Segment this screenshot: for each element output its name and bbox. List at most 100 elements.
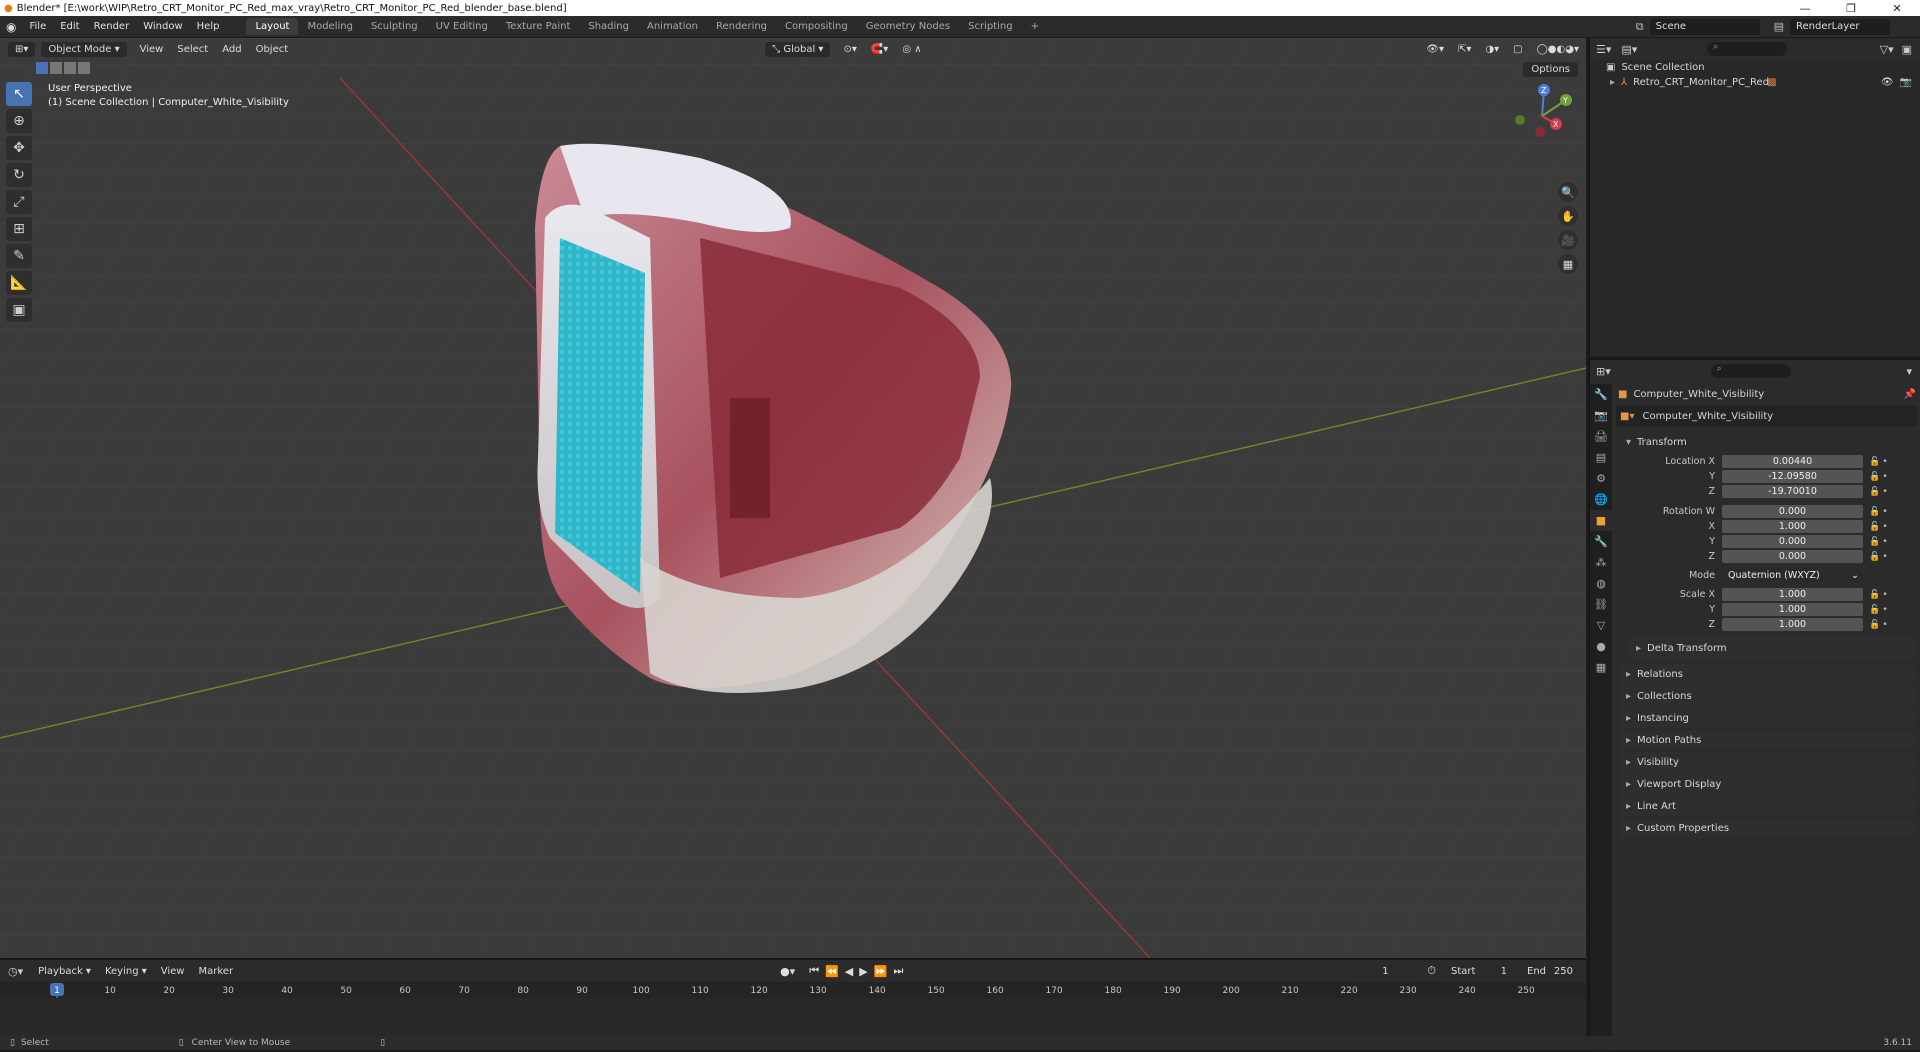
- visibility-icon[interactable]: 👁▾: [1419, 44, 1451, 55]
- timeline-editor-icon[interactable]: ◷▾: [8, 965, 23, 978]
- tab-modeling[interactable]: Modeling: [298, 18, 362, 35]
- properties-search-input[interactable]: ⌕: [1710, 364, 1791, 378]
- rotation-z-field[interactable]: 0.000: [1722, 550, 1863, 563]
- camera-view-icon[interactable]: 🎥: [1558, 230, 1578, 250]
- lock-icon[interactable]: 🔓: [1869, 552, 1881, 562]
- object-name-field[interactable]: ■▾ Computer_White_Visibility: [1616, 406, 1918, 426]
- lock-icon[interactable]: 🔓: [1869, 537, 1881, 547]
- scale-y-field[interactable]: 1.000: [1722, 603, 1863, 616]
- jump-prev-key-icon[interactable]: ⏪: [825, 965, 839, 978]
- pan-hand-icon[interactable]: ✋: [1558, 206, 1578, 226]
- xray-icon[interactable]: ▢: [1506, 44, 1529, 55]
- keyframe-dot-icon[interactable]: •: [1881, 620, 1889, 630]
- add-cube-icon[interactable]: ▣: [6, 298, 32, 322]
- move-icon[interactable]: ✥: [6, 136, 32, 160]
- properties-options-icon[interactable]: ▾: [1906, 365, 1912, 378]
- proportional-edit-icon[interactable]: ◎ ∧: [895, 44, 928, 55]
- tab-layout[interactable]: Layout: [246, 18, 299, 35]
- rotation-w-field[interactable]: 0.000: [1722, 505, 1863, 518]
- physics-tab-icon[interactable]: ◍: [1590, 573, 1612, 594]
- outliner-scene-collection[interactable]: ▣ Scene Collection: [1590, 60, 1920, 75]
- panel-visibility[interactable]: ▸ Visibility: [1620, 752, 1914, 772]
- 3d-viewport[interactable]: ⊞▾ Object Mode ▾ View Select Add Object …: [0, 38, 1586, 958]
- new-collection-icon[interactable]: ▣: [1902, 43, 1912, 56]
- expand-arrow-icon[interactable]: ▸: [1610, 77, 1615, 88]
- lock-icon[interactable]: 🔓: [1869, 522, 1881, 532]
- jump-end-icon[interactable]: ⏭: [893, 964, 903, 978]
- menu-render[interactable]: Render: [87, 21, 137, 32]
- menu-object[interactable]: Object: [249, 44, 296, 55]
- scene-tab-icon[interactable]: ⚙: [1590, 468, 1612, 489]
- scale-x-field[interactable]: 1.000: [1722, 588, 1863, 601]
- tab-texture-paint[interactable]: Texture Paint: [497, 18, 580, 35]
- tab-uv-editing[interactable]: UV Editing: [427, 18, 497, 35]
- data-tab-icon[interactable]: ▽: [1590, 615, 1612, 636]
- snap-icon[interactable]: 🧲▾: [864, 44, 895, 55]
- pivot-icon[interactable]: ⊙▾: [836, 44, 863, 55]
- measure-icon[interactable]: 📐: [6, 271, 32, 295]
- keyframe-dot-icon[interactable]: •: [1881, 552, 1889, 562]
- pin-icon[interactable]: 📌: [1904, 389, 1916, 400]
- annotate-icon[interactable]: ✎: [6, 244, 32, 268]
- render-camera-icon[interactable]: 📷: [1900, 77, 1912, 88]
- tab-scripting[interactable]: Scripting: [959, 18, 1021, 35]
- constraints-tab-icon[interactable]: ⛓: [1590, 594, 1612, 615]
- panel-motion-paths[interactable]: ▸ Motion Paths: [1620, 730, 1914, 750]
- panel-line-art[interactable]: ▸ Line Art: [1620, 796, 1914, 816]
- texture-tab-icon[interactable]: ▦: [1590, 657, 1612, 678]
- lock-icon[interactable]: 🔓: [1869, 620, 1881, 630]
- cursor-icon[interactable]: ⊕: [6, 109, 32, 133]
- lock-icon[interactable]: 🔓: [1869, 457, 1881, 467]
- modifier-tab-icon[interactable]: 🔧: [1590, 531, 1612, 552]
- gizmo-toggle-icon[interactable]: ⇱▾: [1451, 44, 1478, 55]
- mode-selector[interactable]: Object Mode ▾: [41, 41, 127, 57]
- filter-icon[interactable]: ▽▾: [1880, 43, 1894, 56]
- tab-rendering[interactable]: Rendering: [707, 18, 776, 35]
- menu-file[interactable]: File: [22, 21, 53, 32]
- panel-relations[interactable]: ▸ Relations: [1620, 664, 1914, 684]
- properties-editor-icon[interactable]: ⊞▾: [1596, 365, 1611, 378]
- lock-icon[interactable]: 🔓: [1869, 590, 1881, 600]
- lock-icon[interactable]: 🔓: [1869, 605, 1881, 615]
- panel-instancing[interactable]: ▸ Instancing: [1620, 708, 1914, 728]
- tab-compositing[interactable]: Compositing: [776, 18, 857, 35]
- delta-transform-panel[interactable]: ▸ Delta Transform: [1630, 638, 1914, 658]
- rotation-mode-dropdown[interactable]: Quaternion (WXYZ) ⌄: [1722, 569, 1863, 582]
- tab-geometry-nodes[interactable]: Geometry Nodes: [857, 18, 959, 35]
- menu-keying[interactable]: Keying ▾: [98, 966, 154, 977]
- current-frame-field[interactable]: 1: [1357, 963, 1414, 979]
- play-reverse-icon[interactable]: ◀: [845, 965, 853, 978]
- end-frame-field[interactable]: End 250: [1520, 963, 1580, 979]
- selection-mode-icons[interactable]: [36, 62, 90, 74]
- tool-tab-icon[interactable]: 🔧: [1590, 384, 1612, 405]
- overlay-toggle-icon[interactable]: ◑▾: [1478, 44, 1506, 55]
- panel-custom-properties[interactable]: ▸ Custom Properties: [1620, 818, 1914, 838]
- menu-playback[interactable]: Playback ▾: [31, 966, 98, 977]
- rotation-x-field[interactable]: 1.000: [1722, 520, 1863, 533]
- menu-select[interactable]: Select: [170, 44, 215, 55]
- start-frame-field[interactable]: Start 1: [1444, 963, 1514, 979]
- scale-z-field[interactable]: 1.000: [1722, 618, 1863, 631]
- keyframe-dot-icon[interactable]: •: [1881, 457, 1889, 467]
- tab-animation[interactable]: Animation: [638, 18, 707, 35]
- menu-marker[interactable]: Marker: [191, 966, 240, 977]
- output-tab-icon[interactable]: 🖨: [1590, 426, 1612, 447]
- object-tab-icon[interactable]: ■: [1590, 510, 1612, 531]
- menu-add[interactable]: Add: [215, 44, 248, 55]
- jump-start-icon[interactable]: ⏮: [809, 964, 819, 978]
- navigation-gizmo[interactable]: Z Y X: [1510, 84, 1574, 148]
- render-tab-icon[interactable]: 📷: [1590, 405, 1612, 426]
- object-type-icon[interactable]: ■▾: [1620, 411, 1634, 422]
- menu-view[interactable]: View: [133, 44, 171, 55]
- auto-keying-icon[interactable]: ●▾: [780, 965, 795, 978]
- panel-viewport-display[interactable]: ▸ Viewport Display: [1620, 774, 1914, 794]
- world-tab-icon[interactable]: 🌐: [1590, 489, 1612, 510]
- keyframe-dot-icon[interactable]: •: [1881, 605, 1889, 615]
- display-mode-icon[interactable]: ▤▾: [1621, 43, 1637, 56]
- maximize-button[interactable]: ❐: [1828, 2, 1874, 15]
- keyframe-dot-icon[interactable]: •: [1881, 537, 1889, 547]
- lock-icon[interactable]: 🔓: [1869, 507, 1881, 517]
- play-icon[interactable]: ▶: [859, 965, 867, 978]
- minimize-button[interactable]: —: [1782, 2, 1828, 15]
- tab-shading[interactable]: Shading: [579, 18, 638, 35]
